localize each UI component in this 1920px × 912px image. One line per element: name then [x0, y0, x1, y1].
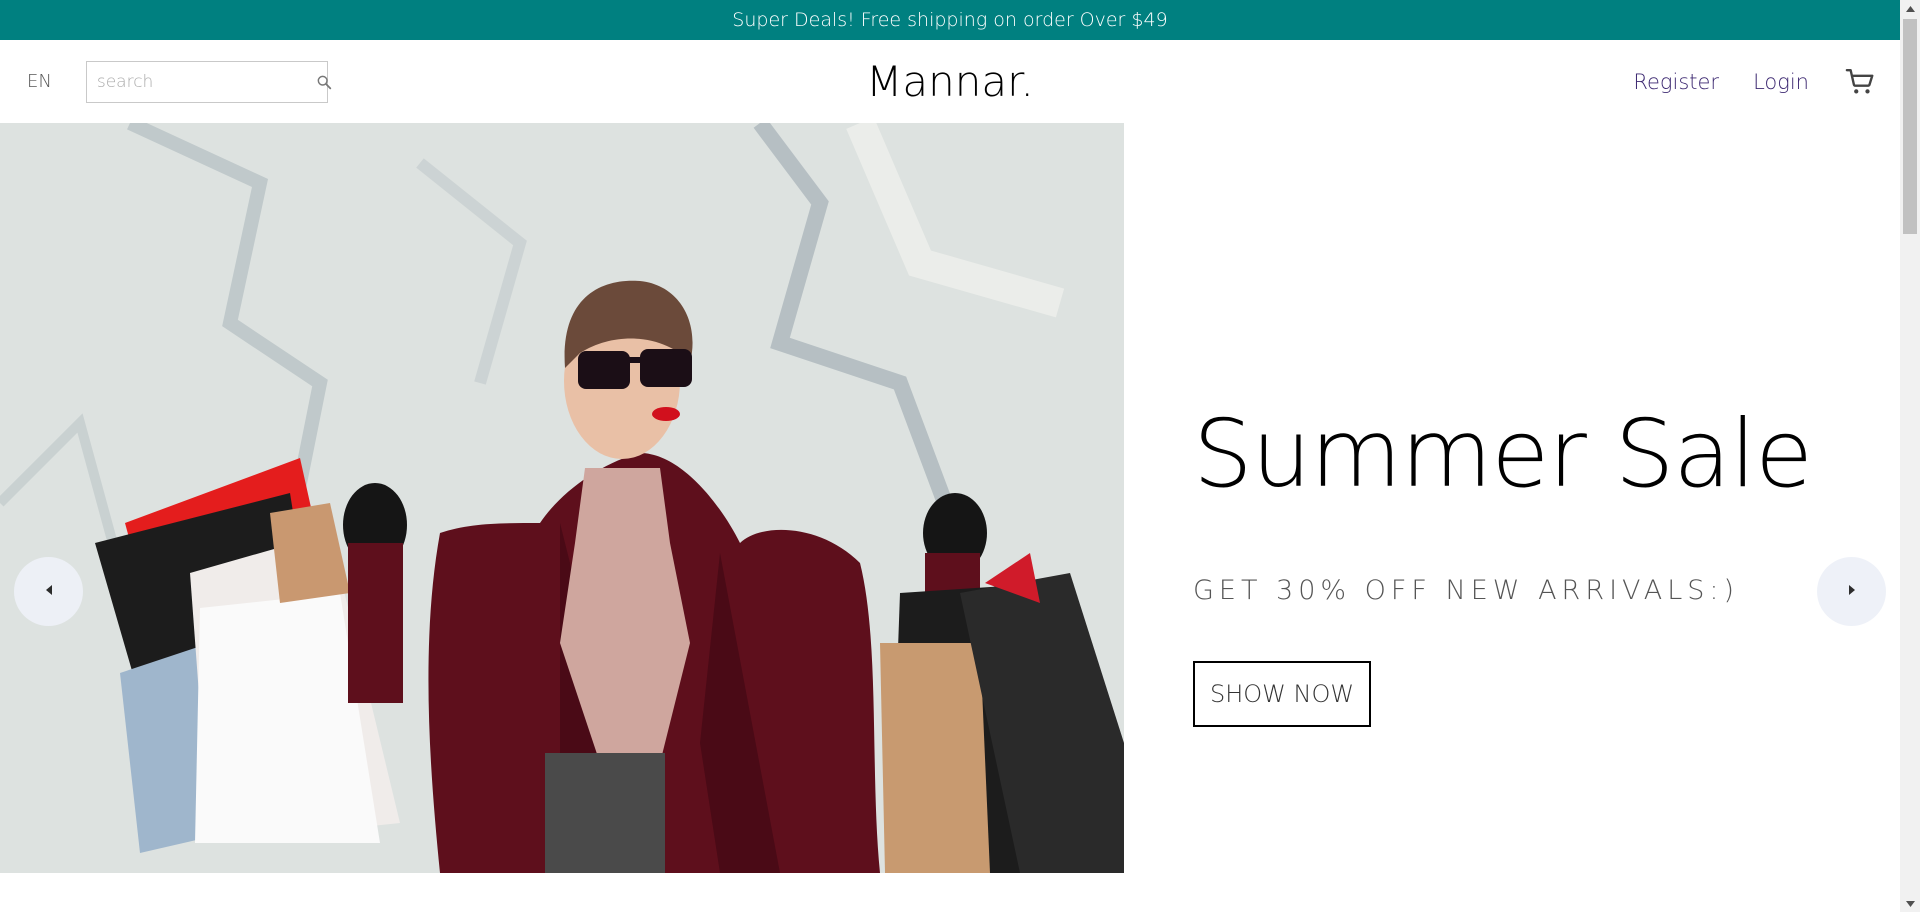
- search-container: [85, 60, 332, 103]
- login-link[interactable]: Login: [1753, 70, 1809, 94]
- announcement-bar: Super Deals! Free shipping on order Over…: [0, 0, 1900, 40]
- slide: Summer Sale GET 30% OFF NEW ARRIVALS:) S…: [0, 123, 1900, 873]
- page: Super Deals! Free shipping on order Over…: [0, 0, 1920, 912]
- search-input[interactable]: [96, 71, 316, 92]
- slide-description: GET 30% OFF NEW ARRIVALS:): [1193, 575, 1740, 606]
- navbar-right: Register Login: [1633, 40, 1877, 123]
- navbar: EN Mannar. Register Login: [0, 40, 1900, 123]
- arrow-left-icon: [43, 582, 55, 601]
- show-now-button[interactable]: SHOW NOW: [1193, 661, 1372, 727]
- hero-slider: Summer Sale GET 30% OFF NEW ARRIVALS:) S…: [0, 123, 1900, 873]
- hero-illustration: [0, 123, 1124, 873]
- slide-info: Summer Sale GET 30% OFF NEW ARRIVALS:) S…: [1193, 400, 1813, 727]
- language-selector[interactable]: EN: [27, 71, 52, 92]
- shopping-cart-icon[interactable]: [1843, 65, 1877, 99]
- slide-title: Summer Sale: [1193, 400, 1813, 509]
- arrow-right-icon: [1846, 582, 1858, 601]
- slider-next-button[interactable]: [1817, 557, 1886, 626]
- scroll-down-icon[interactable]: [1900, 895, 1920, 912]
- register-link[interactable]: Register: [1633, 70, 1719, 94]
- announcement-text: Super Deals! Free shipping on order Over…: [732, 9, 1168, 31]
- scroll-up-icon[interactable]: [1900, 0, 1920, 17]
- search-icon[interactable]: [316, 73, 332, 91]
- scrollbar-thumb[interactable]: [1903, 19, 1917, 234]
- navbar-left: EN: [27, 40, 332, 123]
- hero-image: [0, 123, 1124, 873]
- slider-prev-button[interactable]: [14, 557, 83, 626]
- page-scrollbar[interactable]: [1900, 0, 1920, 912]
